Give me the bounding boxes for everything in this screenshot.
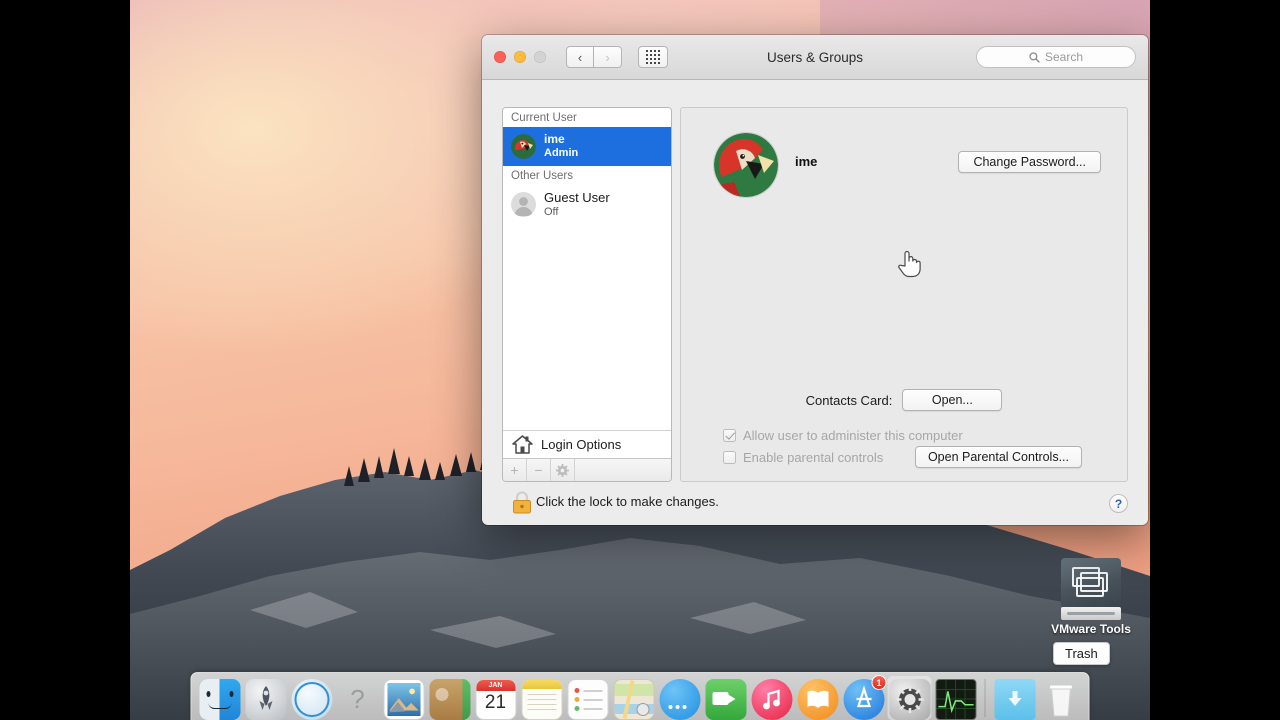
lock-message: Click the lock to make changes.: [536, 494, 719, 509]
finder-icon: [199, 679, 240, 720]
back-button[interactable]: ‹: [566, 46, 594, 68]
maps-icon: [613, 679, 654, 720]
group-header-other-users: Other Users: [503, 165, 671, 185]
dock-item-ibooks[interactable]: [796, 676, 840, 720]
dock[interactable]: ? JAN 21 1: [190, 672, 1090, 720]
user-display-name: ime: [795, 154, 818, 169]
admin-checkbox-row: Allow user to administer this computer: [723, 428, 963, 443]
help-button[interactable]: ?: [1109, 494, 1128, 513]
home-icon: [512, 435, 533, 454]
open-parental-controls-button[interactable]: Open Parental Controls...: [914, 446, 1082, 468]
downloads-folder-icon: [994, 679, 1035, 720]
search-field[interactable]: Search: [976, 46, 1136, 68]
dock-item-facetime[interactable]: [704, 676, 748, 720]
window-titlebar: ‹ › Users & Groups Search: [482, 35, 1148, 80]
sidebar-item-guest-user[interactable]: Guest User Off: [503, 185, 671, 225]
dock-item-safari[interactable]: [290, 676, 334, 720]
dock-item-calendar[interactable]: JAN 21: [474, 676, 518, 720]
zoom-button: [534, 51, 546, 63]
open-contacts-card-button[interactable]: Open...: [902, 389, 1003, 411]
remove-user-button: −: [527, 459, 551, 481]
app-store-badge: 1: [871, 675, 887, 690]
facetime-icon: [705, 679, 746, 720]
sidebar-item-login-options[interactable]: Login Options: [503, 430, 671, 458]
close-button[interactable]: [494, 51, 506, 63]
question-mark-icon: ?: [350, 684, 365, 714]
dock-item-messages[interactable]: [658, 676, 702, 720]
enable-parental-controls-label: Enable parental controls: [743, 450, 884, 465]
desktop-icon-vmware-tools[interactable]: VMware Tools: [1045, 558, 1137, 636]
itunes-icon: [751, 679, 792, 720]
dock-item-downloads[interactable]: [993, 676, 1037, 720]
grid-icon: [646, 50, 660, 64]
calendar-icon: JAN 21: [475, 679, 516, 720]
dock-item-activity-monitor[interactable]: [934, 676, 978, 720]
settings-gear-button: [551, 459, 575, 481]
dock-item-notes[interactable]: [520, 676, 564, 720]
search-placeholder: Search: [1044, 50, 1084, 64]
ibooks-icon: [797, 679, 838, 720]
lock-button[interactable]: [511, 490, 533, 514]
dock-item-maps[interactable]: [612, 676, 656, 720]
allow-admin-label: Allow user to administer this computer: [743, 428, 963, 443]
notes-icon: [521, 679, 562, 720]
user-name: ime: [544, 132, 565, 146]
contacts-card-label: Contacts Card:: [805, 392, 893, 408]
disk-image-icon: [1058, 558, 1124, 620]
dock-item-reminders[interactable]: [566, 676, 610, 720]
contacts-icon: [429, 679, 470, 720]
contacts-card-row: Contacts Card: Open...: [681, 389, 1127, 411]
dock-item-finder[interactable]: [198, 676, 242, 720]
system-preferences-icon: [889, 679, 930, 720]
add-user-button[interactable]: +: [503, 459, 527, 481]
desktop-screen: tled folder VMware Tools Trash: [130, 0, 1150, 720]
forward-button: ›: [594, 46, 622, 68]
reminders-icon: [567, 679, 608, 720]
window-controls[interactable]: [494, 51, 546, 63]
safari-icon: [291, 679, 332, 720]
change-password-button[interactable]: Change Password...: [958, 151, 1101, 173]
login-options-label: Login Options: [541, 437, 622, 452]
user-role: Admin: [544, 147, 579, 159]
trash-tooltip: Trash: [1053, 642, 1110, 665]
guest-user-name: Guest User: [544, 189, 610, 205]
gear-icon: [556, 463, 569, 477]
calendar-day: 21: [484, 692, 507, 713]
avatar: [511, 133, 536, 159]
nav-buttons[interactable]: ‹ ›: [566, 46, 622, 68]
group-header-current-user: Current User: [503, 108, 671, 127]
enable-parental-controls-checkbox: [723, 451, 736, 464]
dock-item-itunes[interactable]: [750, 676, 794, 720]
dock-item-placeholder[interactable]: ?: [336, 676, 380, 720]
trash-icon: [1040, 679, 1081, 720]
show-all-button[interactable]: [638, 46, 668, 68]
users-sidebar[interactable]: Current User ime Admin Other Users Guest…: [502, 107, 672, 482]
activity-monitor-icon: [935, 679, 976, 720]
messages-icon: [659, 679, 700, 720]
photos-icon: [383, 679, 424, 720]
guest-user-status: Off: [544, 206, 559, 218]
dock-item-photos[interactable]: [382, 676, 426, 720]
password-pane: ime Change Password... Contacts Card: Op…: [680, 107, 1128, 482]
guest-avatar-icon: [511, 192, 536, 218]
mouse-cursor-pointing-hand: [898, 250, 921, 278]
dock-item-launchpad[interactable]: [244, 676, 288, 720]
search-icon: [1029, 51, 1040, 63]
dock-item-system-preferences[interactable]: [887, 676, 932, 720]
minimize-button[interactable]: [514, 51, 526, 63]
user-avatar-large[interactable]: [714, 133, 778, 197]
calendar-month: JAN: [476, 680, 515, 691]
dock-item-contacts[interactable]: [428, 676, 472, 720]
parental-checkbox-row: Enable parental controls: [723, 450, 883, 465]
launchpad-icon: [245, 679, 286, 720]
dock-item-trash[interactable]: [1039, 676, 1083, 720]
allow-admin-checkbox: [723, 429, 736, 442]
sidebar-item-current-user[interactable]: ime Admin: [503, 127, 671, 166]
sidebar-toolbar[interactable]: + −: [503, 458, 671, 481]
users-and-groups-window[interactable]: ‹ › Users & Groups Search Password: [482, 35, 1148, 525]
lock-bar: Click the lock to make changes. ?: [482, 482, 1148, 525]
dock-item-app-store[interactable]: 1: [842, 675, 887, 720]
desktop-icon-label: VMware Tools: [1051, 622, 1131, 636]
dock-separator: [984, 679, 986, 717]
